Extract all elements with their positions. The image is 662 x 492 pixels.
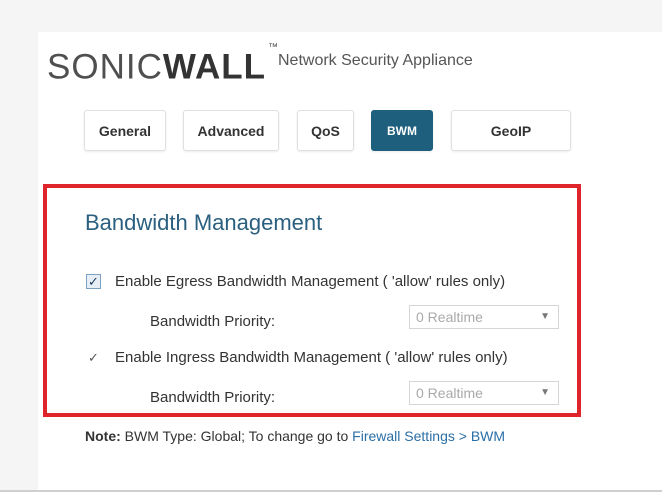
sonicwall-logo: SONICWALL™ (47, 42, 279, 87)
note-prefix: Note: (85, 428, 121, 444)
note-text: BWM Type: Global; To change go to (120, 428, 353, 444)
tab-bwm[interactable]: BWM (371, 110, 433, 151)
chevron-down-icon: ▼ (540, 387, 550, 398)
egress-row: ✓ Enable Egress Bandwidth Management ( '… (86, 273, 505, 290)
ingress-priority-value: 0 Realtime (416, 385, 483, 401)
egress-checkbox[interactable]: ✓ (86, 274, 101, 289)
bwm-note: Note: BWM Type: Global; To change go to … (85, 428, 505, 444)
ingress-priority-select[interactable]: 0 Realtime ▼ (409, 381, 559, 405)
window-top-frame (0, 0, 662, 32)
egress-priority-value: 0 Realtime (416, 309, 483, 325)
tab-advanced[interactable]: Advanced (183, 110, 279, 151)
ingress-checkbox[interactable]: ✓ (86, 350, 101, 365)
tab-geoip[interactable]: GeoIP (451, 110, 571, 151)
window-left-frame (0, 0, 38, 492)
ingress-priority-label: Bandwidth Priority: (150, 389, 276, 406)
egress-label: Enable Egress Bandwidth Management ( 'al… (115, 273, 506, 290)
ingress-label: Enable Ingress Bandwidth Management ( 'a… (115, 349, 508, 366)
firewall-settings-link[interactable]: Firewall Settings > BWM (352, 428, 505, 444)
section-heading: Bandwidth Management (85, 210, 323, 235)
egress-priority-select[interactable]: 0 Realtime ▼ (409, 305, 559, 329)
egress-priority-label: Bandwidth Priority: (150, 313, 276, 330)
ingress-row: ✓ Enable Ingress Bandwidth Management ( … (86, 349, 508, 366)
tab-qos[interactable]: QoS (297, 110, 354, 151)
tab-general[interactable]: General (84, 110, 166, 151)
product-name: Network Security Appliance (278, 52, 473, 69)
chevron-down-icon: ▼ (540, 311, 550, 322)
